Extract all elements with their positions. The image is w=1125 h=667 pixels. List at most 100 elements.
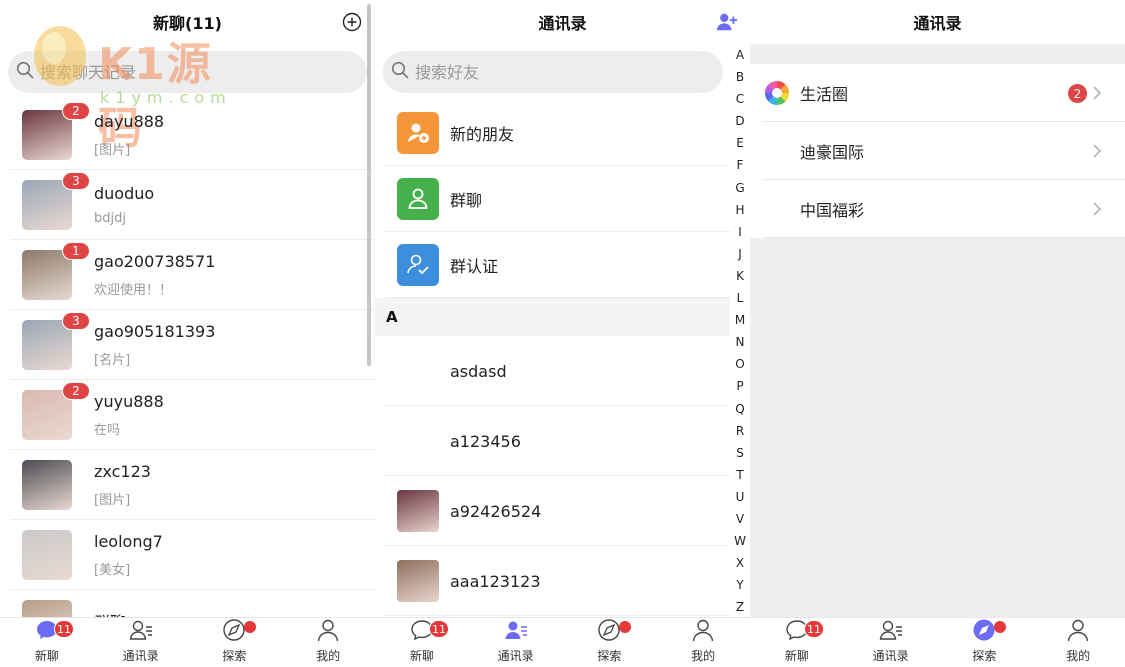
search-icon <box>16 61 34 83</box>
tab-label: 探索 <box>597 649 622 663</box>
alphabet-letter[interactable]: D <box>730 110 750 132</box>
avatar: 2 <box>22 382 90 440</box>
tab-chats[interactable]: 11 新聊 <box>375 618 469 667</box>
tab-label: 通讯录 <box>122 649 159 663</box>
contacts-icon <box>878 617 904 643</box>
chat-text: duoduo bdjdj <box>94 184 154 226</box>
chat-name: gao905181393 <box>94 322 216 341</box>
chat-item[interactable]: 3 gao905181393 [名片] <box>0 310 375 380</box>
contact-search-bar[interactable] <box>383 51 723 93</box>
tab-dot <box>993 621 1006 633</box>
explore-item[interactable]: 迪豪国际 <box>750 122 1125 180</box>
contact-name: a123456 <box>450 431 521 451</box>
alphabet-letter[interactable]: K <box>730 265 750 287</box>
contact-item[interactable]: a92426524 <box>375 476 730 546</box>
chevron-right-icon <box>1089 201 1105 217</box>
contact-search-input[interactable] <box>415 62 705 82</box>
chat-preview: [美女] <box>94 563 131 578</box>
avatar <box>22 530 72 580</box>
alphabet-letter[interactable]: S <box>730 442 750 464</box>
add-contact-icon[interactable] <box>716 11 738 33</box>
alphabet-letter[interactable]: T <box>730 464 750 486</box>
tab-label: 我的 <box>316 649 341 663</box>
unread-badge: 3 <box>62 312 90 330</box>
alphabet-letter[interactable]: W <box>730 530 750 552</box>
alphabet-letter[interactable]: B <box>730 66 750 88</box>
explore-item[interactable]: 生活圈 2 <box>750 64 1125 122</box>
chat-item[interactable]: 群聊 <box>0 590 375 617</box>
contact-name: aaa123123 <box>450 571 541 591</box>
explore-item[interactable]: 中国福彩 <box>750 180 1125 238</box>
alphabet-letter[interactable]: M <box>730 309 750 331</box>
compass-icon <box>596 617 622 643</box>
avatar: 2 <box>22 102 90 160</box>
chat-preview: bdjdj <box>94 211 126 226</box>
tab-chats[interactable]: 11 新聊 <box>0 618 94 667</box>
function-item[interactable]: 群认证 <box>375 232 730 298</box>
chat-text: dayu888 [图片] <box>94 112 164 158</box>
explore-header: 通讯录 <box>750 0 1125 44</box>
chat-item[interactable]: leolong7 [美女] <box>0 520 375 590</box>
tab-label: 探索 <box>972 649 997 663</box>
alphabet-letter[interactable]: I <box>730 221 750 243</box>
avatar <box>397 490 439 532</box>
explore-label: 生活圈 <box>800 85 849 104</box>
alphabet-letter[interactable]: A <box>730 44 750 66</box>
tab-chats[interactable]: 11 新聊 <box>750 618 844 667</box>
alphabet-letter[interactable]: Z <box>730 596 750 618</box>
function-item[interactable]: 新的朋友 <box>375 100 730 166</box>
tab-contacts[interactable]: 通讯录 <box>469 618 563 667</box>
tab-me[interactable]: 我的 <box>1031 618 1125 667</box>
alphabet-letter[interactable]: L <box>730 287 750 309</box>
contact-item[interactable]: aaa123123 <box>375 546 730 616</box>
alphabet-letter[interactable]: U <box>730 486 750 508</box>
search-icon <box>391 61 409 83</box>
contact-item[interactable]: a123456 <box>375 406 730 476</box>
chat-search-input[interactable] <box>40 62 330 82</box>
contacts-icon <box>503 617 529 643</box>
avatar: 1 <box>22 242 90 300</box>
alphabet-letter[interactable]: Y <box>730 574 750 596</box>
tab-me[interactable]: 我的 <box>281 618 375 667</box>
contact-item[interactable]: asdasd <box>375 336 730 406</box>
tab-explore[interactable]: 探索 <box>188 618 282 667</box>
chat-item[interactable]: 2 dayu888 [图片] <box>0 100 375 170</box>
tab-contacts[interactable]: 通讯录 <box>94 618 188 667</box>
alphabet-letter[interactable]: E <box>730 132 750 154</box>
chat-preview: 在吗 <box>94 423 121 438</box>
alphabet-letter[interactable]: X <box>730 552 750 574</box>
alphabet-letter[interactable]: C <box>730 88 750 110</box>
chat-search-bar[interactable] <box>8 51 367 93</box>
alphabet-letter[interactable]: V <box>730 508 750 530</box>
section-header: A <box>375 298 730 336</box>
tab-explore[interactable]: 探索 <box>938 618 1032 667</box>
tab-explore[interactable]: 探索 <box>563 618 657 667</box>
alphabet-letter[interactable]: G <box>730 177 750 199</box>
chat-item[interactable]: 2 yuyu888 在吗 <box>0 380 375 450</box>
alphabet-letter[interactable]: O <box>730 353 750 375</box>
chat-item[interactable]: zxc123 [图片] <box>0 450 375 520</box>
avatar: 3 <box>22 312 90 370</box>
chat-item[interactable]: 1 gao200738571 欢迎使用！！ <box>0 240 375 310</box>
chat-name: leolong7 <box>94 532 163 551</box>
alphabet-letter[interactable]: F <box>730 154 750 176</box>
alphabet-letter[interactable]: Q <box>730 398 750 420</box>
add-friend-icon <box>397 112 439 154</box>
explore-list: 生活圈 2 迪豪国际 中国福彩 <box>750 64 1125 238</box>
chat-item[interactable]: 3 duoduo bdjdj <box>0 170 375 240</box>
alphabet-letter[interactable]: N <box>730 331 750 353</box>
tab-me[interactable]: 我的 <box>656 618 750 667</box>
chat-list: 2 dayu888 [图片] 3 duoduo bdjdj 1 gao200738571 欢迎使… <box>0 100 375 617</box>
chevron-right-icon <box>1089 143 1105 159</box>
tab-contacts[interactable]: 通讯录 <box>844 618 938 667</box>
alphabet-letter[interactable]: H <box>730 199 750 221</box>
unread-badge: 3 <box>62 172 90 190</box>
chat-text: zxc123 [图片] <box>94 462 151 508</box>
function-item[interactable]: 群聊 <box>375 166 730 232</box>
alphabet-letter[interactable]: P <box>730 375 750 397</box>
alphabet-letter[interactable]: R <box>730 420 750 442</box>
alphabet-letter[interactable]: J <box>730 243 750 265</box>
add-circle-icon[interactable] <box>341 11 363 33</box>
chat-preview: [名片] <box>94 353 131 368</box>
scrollbar[interactable] <box>367 4 371 366</box>
